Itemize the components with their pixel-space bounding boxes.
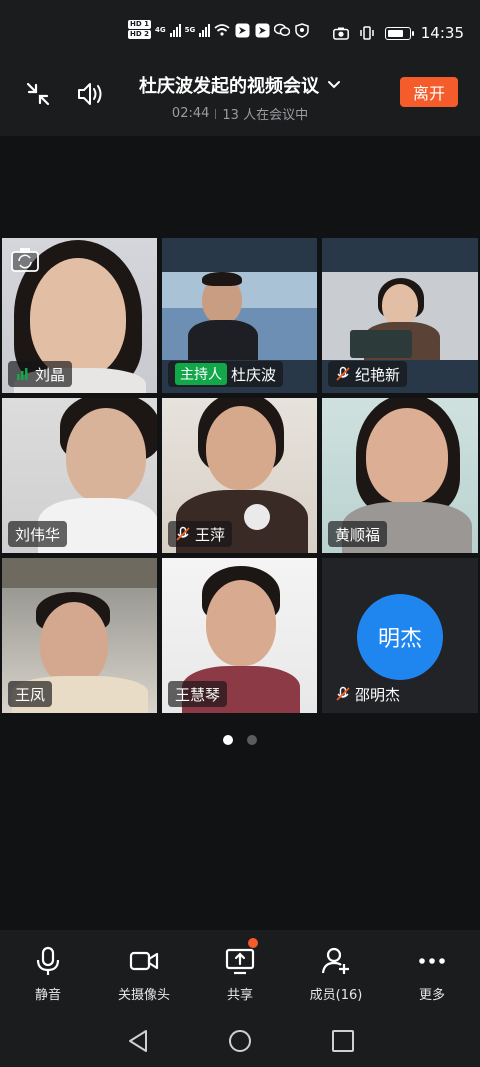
participant-name-tag: 王凤 <box>8 681 53 707</box>
meeting-header: 杜庆波发起的视频会议 02:44 13 人在会议中 离开 <box>0 70 480 136</box>
video-tile[interactable]: 主持人 杜庆波 <box>162 238 317 393</box>
page-dot-2[interactable] <box>247 735 257 745</box>
avatar: 明杰 <box>357 594 443 680</box>
participant-name: 王慧琴 <box>175 685 221 704</box>
more-label: 更多 <box>418 988 445 1003</box>
wifi-icon <box>214 22 230 38</box>
mic-muted-icon <box>336 686 350 701</box>
participant-name-tag: 王萍 <box>168 521 233 547</box>
camera-status-icon <box>332 27 349 40</box>
video-tile[interactable]: 王慧琴 <box>162 558 317 713</box>
hd-indicator: HD 1 HD 2 <box>128 20 151 40</box>
camera-off-button[interactable]: 关摄像头 <box>96 930 192 1020</box>
video-tile[interactable]: 刘伟华 <box>2 398 157 553</box>
microphone-icon <box>36 946 60 975</box>
participant-name: 王萍 <box>195 525 226 544</box>
share-notification-dot <box>248 938 258 948</box>
system-nav-bar <box>0 1020 480 1067</box>
shield-icon <box>294 22 310 38</box>
host-badge: 主持人 <box>175 363 227 385</box>
more-button[interactable]: 更多 <box>384 930 480 1020</box>
page-dot-1[interactable] <box>223 735 233 745</box>
clock: 14:35 <box>420 24 464 42</box>
minimize-button[interactable] <box>22 78 54 110</box>
meeting-title: 杜庆波发起的视频会议 <box>139 76 319 97</box>
status-icons-left: HD 1 HD 2 4G 5G <box>128 20 310 40</box>
subtitle-divider <box>215 108 217 119</box>
participant-name: 杜庆波 <box>231 365 277 384</box>
participant-name: 王凤 <box>15 685 46 704</box>
app-notification-icon <box>234 22 250 38</box>
participant-name: 刘伟华 <box>15 525 61 544</box>
camera-off-label: 关摄像头 <box>117 988 170 1003</box>
mic-muted-icon <box>336 366 350 381</box>
members-button[interactable]: 成员(16) <box>288 930 384 1020</box>
avatar-text: 明杰 <box>377 627 422 652</box>
video-camera-icon <box>129 951 159 971</box>
meeting-duration: 02:44 <box>171 106 210 121</box>
participant-name: 纪艳新 <box>355 365 401 384</box>
participant-name-tag: 主持人 杜庆波 <box>168 361 284 387</box>
meeting-title-area[interactable]: 杜庆波发起的视频会议 02:44 13 人在会议中 <box>120 72 360 123</box>
recents-icon[interactable] <box>330 1028 356 1054</box>
network-4g-label: 4G <box>154 26 166 34</box>
speaker-button[interactable] <box>74 78 106 110</box>
status-bar: HD 1 HD 2 4G 5G 14:35 <box>0 0 480 70</box>
add-member-icon <box>321 947 349 974</box>
leave-button[interactable]: 离开 <box>400 77 458 107</box>
app-notification-icon-2 <box>254 22 270 38</box>
participant-name-tag: 王慧琴 <box>168 681 228 707</box>
battery-fill <box>387 29 403 37</box>
hd2-label: HD 2 <box>128 30 151 39</box>
participant-name: 黄顺福 <box>335 525 381 544</box>
share-screen-icon <box>225 948 255 975</box>
speaker-icon <box>78 83 102 105</box>
video-tile[interactable]: 刘晶 <box>2 238 157 393</box>
minimize-icon <box>26 82 50 106</box>
more-icon <box>419 958 445 964</box>
wechat-icon <box>274 22 291 38</box>
status-icons-right: 14:35 <box>332 24 464 42</box>
speaking-mic-icon <box>17 368 28 380</box>
participant-name: 刘晶 <box>35 365 66 384</box>
participant-name: 邵明杰 <box>355 685 401 704</box>
video-tile[interactable]: 王凤 <box>2 558 157 713</box>
participant-name-tag: 纪艳新 <box>328 361 408 387</box>
battery-icon <box>384 26 414 40</box>
mic-muted-icon <box>176 526 190 541</box>
mute-label: 静音 <box>34 988 61 1003</box>
switch-camera-icon[interactable] <box>10 246 40 274</box>
signal-icon-2 <box>199 23 211 37</box>
chevron-down-icon <box>328 81 340 89</box>
video-tile[interactable]: 纪艳新 <box>322 238 478 393</box>
video-tile[interactable]: 王萍 <box>162 398 317 553</box>
participants-count: 13 人在会议中 <box>222 108 309 123</box>
back-icon[interactable] <box>126 1028 152 1054</box>
share-label: 共享 <box>226 988 253 1003</box>
page-indicator[interactable] <box>0 735 480 745</box>
signal-icon <box>169 23 181 37</box>
video-tile[interactable]: 明杰 邵明杰 <box>322 558 478 713</box>
vibrate-icon <box>360 26 374 40</box>
video-grid: 刘晶 主持人 杜庆波 纪艳新 刘伟华 王萍 黄顺福 王凤 王慧琴 明杰 邵明杰 <box>2 238 478 713</box>
meeting-toolbar: 静音 关摄像头 共享 成员(16) 更多 <box>0 930 480 1020</box>
home-icon[interactable] <box>227 1028 253 1054</box>
mute-button[interactable]: 静音 <box>0 930 96 1020</box>
participant-name-tag: 刘晶 <box>8 361 73 387</box>
network-5g-label: 5G <box>184 26 196 34</box>
participant-name-tag: 黄顺福 <box>328 521 388 547</box>
participant-name-tag: 邵明杰 <box>328 681 407 707</box>
hd1-label: HD 1 <box>128 20 151 29</box>
participant-name-tag: 刘伟华 <box>8 521 68 547</box>
share-button[interactable]: 共享 <box>192 930 288 1020</box>
members-label: 成员(16) <box>309 988 363 1003</box>
video-tile[interactable]: 黄顺福 <box>322 398 478 553</box>
